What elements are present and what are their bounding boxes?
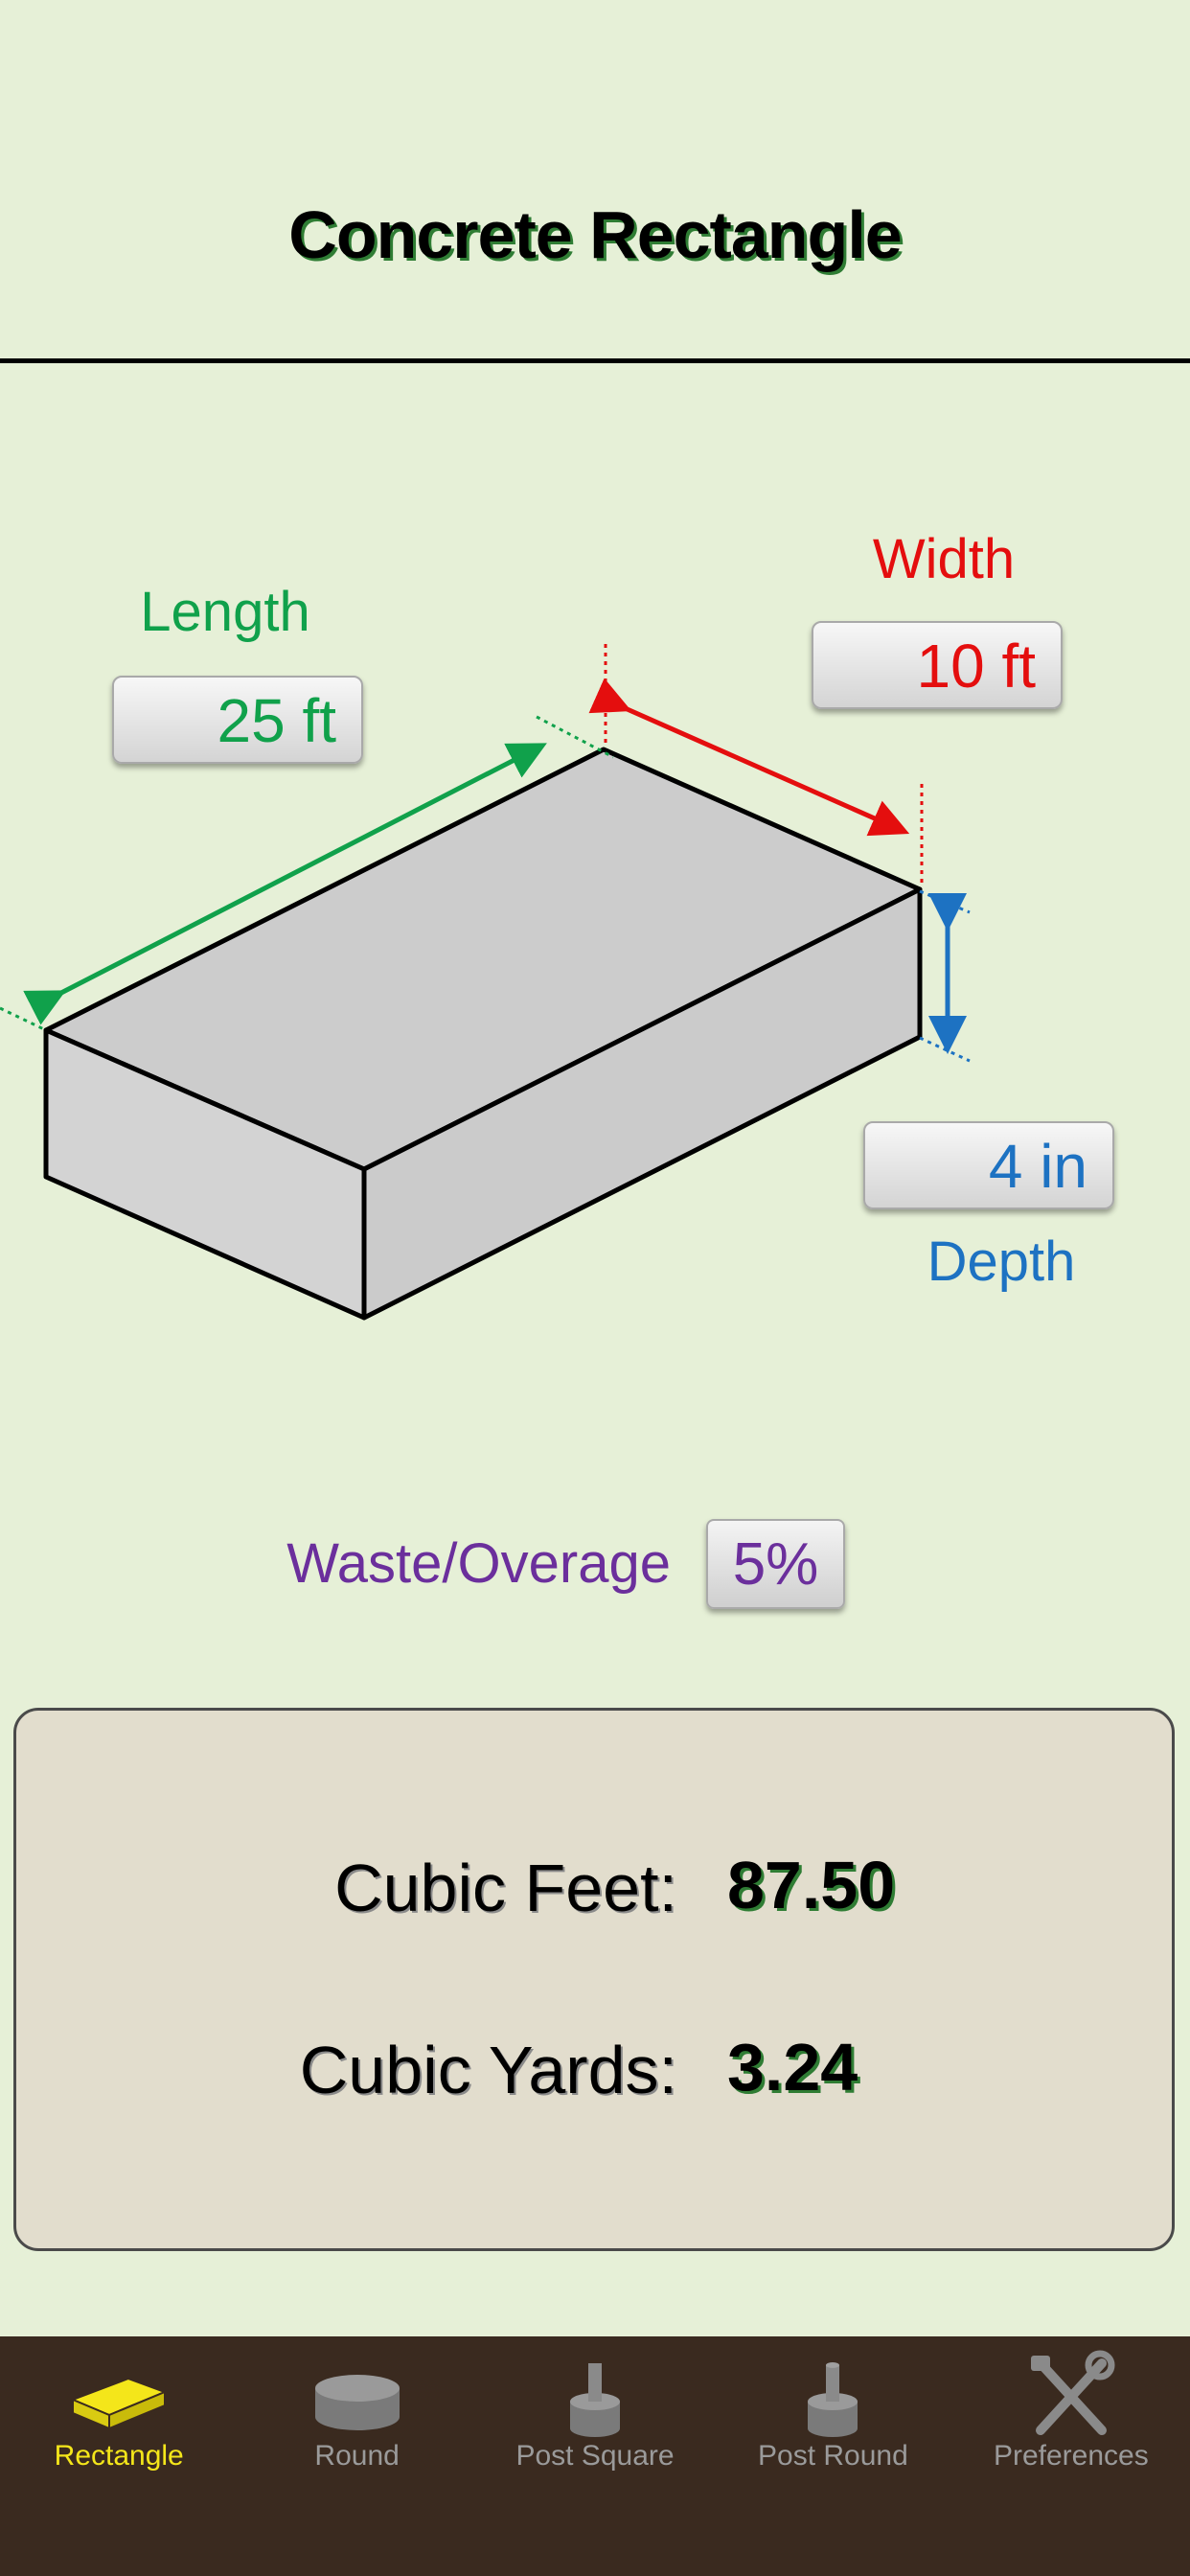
tab-bar: Rectangle Round Post Square Post Round P… [0,2336,1190,2576]
cubic-feet-label: Cubic Feet: [334,1851,677,1925]
length-input[interactable]: 25 ft [112,676,363,764]
tab-label: Preferences [993,2440,1149,2472]
depth-label: Depth [927,1230,1076,1293]
tab-round[interactable]: Round [238,2336,475,2490]
cubic-yards-value: 3.24 [727,2030,858,2104]
screen: Concrete Rectangle Length 25 ft Width 10… [0,0,1190,2576]
cylinder-icon [314,2375,400,2430]
waste-input[interactable]: 5% [706,1519,845,1609]
slab-icon [70,2377,168,2430]
tab-label: Round [314,2440,400,2472]
length-extension-line [0,1006,47,1032]
width-input[interactable]: 10 ft [812,621,1063,709]
tab-label: Post Square [515,2440,675,2472]
depth-input[interactable]: 4 in [863,1121,1114,1209]
tab-post-round[interactable]: Post Round [714,2336,951,2490]
tab-rectangle[interactable]: Rectangle [0,2336,238,2490]
depth-extension-line [919,1036,971,1063]
results-panel: Cubic Feet: 87.50 Cubic Yards: 3.24 [13,1708,1175,2251]
tab-label: Rectangle [54,2440,184,2472]
tab-post-square[interactable]: Post Square [476,2336,714,2490]
tab-preferences[interactable]: Preferences [952,2336,1190,2490]
tools-icon [1030,2350,1115,2435]
width-label: Width [872,528,1016,590]
cubic-feet-value: 87.50 [727,1848,896,1922]
cubic-yards-label: Cubic Yards: [299,2033,677,2107]
tab-label: Post Round [758,2440,908,2472]
post-round-icon [808,2362,858,2437]
waste-label: Waste/Overage [286,1532,671,1595]
length-label: Length [140,581,310,643]
post-square-icon [570,2363,621,2437]
depth-extension-line [919,889,971,914]
